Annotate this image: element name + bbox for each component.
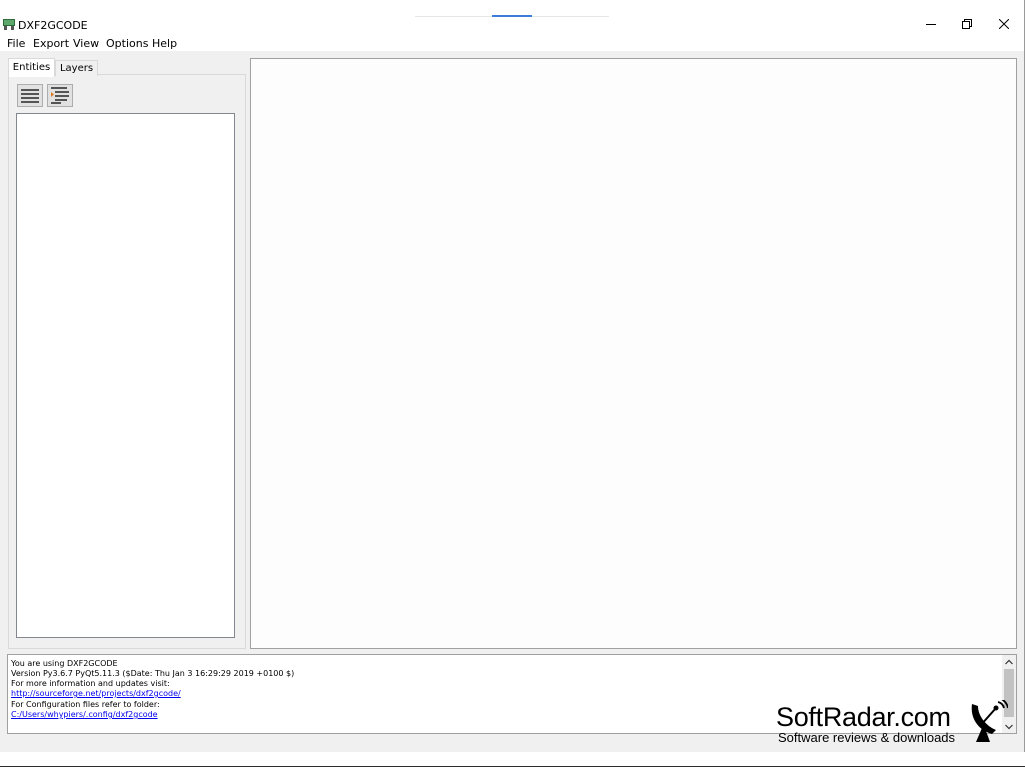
close-button[interactable] bbox=[993, 13, 1015, 35]
app-window: DXF2GCODE File Export View Options Help … bbox=[0, 0, 1025, 752]
tab-layers[interactable]: Layers bbox=[55, 60, 98, 76]
show-list-button[interactable] bbox=[17, 84, 43, 107]
config-folder-link[interactable]: C:/Users/whypiers/.config/dxf2gcode bbox=[11, 710, 158, 720]
menu-view[interactable]: View bbox=[73, 37, 99, 50]
app-logo-icon bbox=[3, 19, 15, 30]
tree-expand-icon bbox=[51, 87, 69, 104]
sourceforge-link[interactable]: http://sourceforge.net/projects/dxf2gcod… bbox=[11, 689, 181, 699]
expand-tree-button[interactable] bbox=[47, 84, 73, 107]
satellite-dish-icon bbox=[971, 700, 1008, 742]
chevron-up-icon bbox=[1005, 659, 1013, 664]
restore-button[interactable] bbox=[956, 13, 978, 35]
scroll-up-button[interactable] bbox=[1002, 655, 1016, 668]
log-line: You are using DXF2GCODE bbox=[11, 659, 118, 668]
watermark-subtitle: Software reviews & downloads bbox=[778, 730, 956, 745]
menu-export[interactable]: Export bbox=[33, 37, 69, 50]
bottom-divider bbox=[0, 766, 1025, 767]
window-title: DXF2GCODE bbox=[18, 19, 88, 32]
minimize-icon bbox=[926, 24, 936, 25]
tab-entities[interactable]: Entities bbox=[8, 58, 55, 77]
restore-icon bbox=[962, 19, 972, 29]
close-icon bbox=[999, 19, 1009, 29]
softradar-watermark: SoftRadar.com Software reviews & downloa… bbox=[775, 700, 1015, 748]
list-icon bbox=[21, 89, 39, 103]
title-accent-indicator bbox=[492, 15, 532, 17]
log-line: For more information and updates visit: bbox=[11, 679, 170, 688]
log-line: For Configuration files refer to folder: bbox=[11, 700, 160, 709]
drawing-canvas[interactable] bbox=[250, 58, 1017, 649]
watermark-title: SoftRadar.com bbox=[776, 702, 951, 732]
title-bar[interactable]: DXF2GCODE bbox=[0, 0, 1024, 35]
menu-bar: File Export View Options Help bbox=[0, 35, 1024, 51]
menu-file[interactable]: File bbox=[7, 37, 25, 50]
menu-options[interactable]: Options bbox=[106, 37, 148, 50]
menu-help[interactable]: Help bbox=[152, 37, 177, 50]
minimize-button[interactable] bbox=[920, 13, 942, 35]
entity-tree-view[interactable] bbox=[16, 113, 235, 638]
log-line: Version Py3.6.7 PyQt5.11.3 ($Date: Thu J… bbox=[11, 669, 295, 678]
